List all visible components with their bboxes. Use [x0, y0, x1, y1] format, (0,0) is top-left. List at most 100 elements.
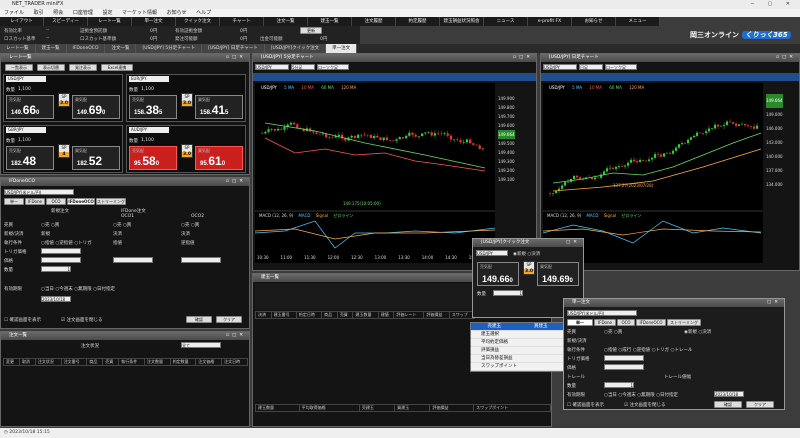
confirm-button[interactable]: 確認: [186, 316, 212, 323]
exec-trigger[interactable]: トリガ: [656, 348, 670, 353]
chartD-plot[interactable]: USD/JPY 5 MA 10 MA 60 MA 120 MA 137.27(2…: [543, 83, 763, 263]
chartD-tool-strip[interactable]: [541, 73, 799, 81]
pair-select[interactable]: GBP/JPY: [6, 127, 46, 133]
quick-qty-input[interactable]: 1: [493, 290, 523, 296]
expiry-today[interactable]: 当日: [608, 393, 617, 398]
side-options-oco1[interactable]: ○売 ○買: [113, 222, 131, 228]
open-settle[interactable]: 決済: [702, 330, 711, 335]
panel-controls-icon[interactable]: ▫□✕: [776, 54, 796, 62]
quick-pair-select[interactable]: USD/JPY: [476, 250, 508, 256]
chart5-style-select[interactable]: ローソク足: [317, 64, 349, 70]
toggle-view-button[interactable]: 表示切替: [37, 64, 65, 71]
toolbar-exec-history[interactable]: 約定履歴: [396, 17, 440, 26]
single-close-checkbox[interactable]: ☑ 注文画面を閉じる: [624, 402, 665, 408]
toolbar-order-history[interactable]: 注文履歴: [352, 17, 396, 26]
toolbar-quick-order[interactable]: クイック注文: [176, 17, 220, 26]
buy-price-box[interactable]: 買気配 95.610: [195, 146, 243, 170]
menu-market[interactable]: マーケット情報: [122, 10, 157, 16]
single-side-options[interactable]: ○売 ○買: [604, 329, 622, 335]
clear-button[interactable]: クリア: [216, 316, 242, 323]
buy-price-box[interactable]: 買気配 182.52: [72, 146, 120, 170]
single-price-input[interactable]: [604, 364, 644, 370]
side-options[interactable]: ○売 ○買: [41, 222, 59, 228]
quick-buy-box[interactable]: 買気配 149.690: [537, 262, 579, 286]
open-new[interactable]: 新規: [688, 330, 697, 335]
chart5-plot[interactable]: USD/JPY 5 MA 10 MA 60 MA 120 MA 149.175(…: [255, 83, 495, 263]
expiry-week[interactable]: 今週末: [622, 393, 636, 398]
tab-ifdoco[interactable]: IFDoneOCO: [66, 44, 106, 53]
tab-ifdoco[interactable]: IFDoneOCO: [636, 319, 666, 326]
confirm-checkbox[interactable]: ☐ 確認画面を表示: [4, 317, 41, 323]
quick-sell-box[interactable]: 売気配 149.660: [477, 262, 519, 286]
single-qty-input[interactable]: 1: [604, 382, 634, 388]
toolbar-layout[interactable]: レイアウト: [0, 17, 44, 26]
pair-select[interactable]: EUR/JPY: [129, 76, 169, 82]
exec-stop[interactable]: 逆指値: [637, 348, 651, 353]
side-buy[interactable]: 買: [618, 330, 623, 335]
expiry-none[interactable]: 無期限: [641, 393, 655, 398]
menu-item-fx-pl[interactable]: 当日為替差損益: [471, 355, 564, 363]
chart5-tool-strip[interactable]: [253, 73, 536, 81]
chart5-timeframe-select[interactable]: 5分足: [291, 64, 315, 70]
tab-single[interactable]: 単一: [567, 319, 593, 326]
menu-settings[interactable]: 設定: [102, 10, 112, 16]
tab-ifdone[interactable]: IFDone: [594, 319, 616, 326]
tab-ifdone[interactable]: IFDone: [25, 198, 45, 205]
tab-single-order[interactable]: 単一注文: [326, 44, 358, 53]
tab-quick-order[interactable]: [USD/JPY]クイック注文: [264, 44, 327, 53]
price-input[interactable]: [41, 257, 81, 263]
panel-controls-icon[interactable]: ▫□✕: [226, 54, 246, 62]
filter-select[interactable]: 全て: [181, 342, 221, 348]
panel-controls-icon[interactable]: □✕: [767, 299, 781, 307]
oco1-price-input[interactable]: [113, 257, 153, 263]
expiry-today[interactable]: 当日: [45, 287, 54, 292]
single-expiry-options[interactable]: ○当日 ○今週末 ○無期限 ○日付指定: [604, 392, 678, 398]
mode-new[interactable]: 新規: [517, 252, 526, 257]
single-trigger-input[interactable]: [604, 355, 644, 361]
exec-limit[interactable]: 指値: [45, 241, 54, 246]
tab-ifdoco[interactable]: IFDoneOCO: [67, 198, 95, 205]
exec-limit[interactable]: 指値: [608, 348, 617, 353]
side-sell[interactable]: 売: [608, 330, 613, 335]
menu-trade[interactable]: 取引: [34, 10, 44, 16]
quick-mode[interactable]: ◉新規 ○決済: [513, 251, 540, 257]
menu-item-pl[interactable]: 評価損益: [471, 347, 564, 355]
tab-single[interactable]: 単一: [4, 198, 24, 205]
expiry-week[interactable]: 今週末: [59, 287, 73, 292]
single-confirm-button[interactable]: 確認: [714, 401, 742, 408]
trigger-input[interactable]: [41, 248, 81, 254]
single-confirm-checkbox[interactable]: ☐ 確認画面を表示: [567, 402, 604, 408]
toolbar-pl-status[interactable]: 建玉損益状況照会: [440, 17, 484, 26]
toolbar-eprofit[interactable]: e-profit FX: [528, 17, 572, 26]
toolbar-speedy[interactable]: スピーディー: [44, 17, 88, 26]
menu-item-avg[interactable]: 平均約定価格: [471, 339, 564, 347]
toolbar-position-list[interactable]: 建玉一覧: [308, 17, 352, 26]
tab-rate-list[interactable]: レート一覧: [0, 44, 36, 53]
tab-chart-5min[interactable]: [USD/JPY] 5分足チャート: [136, 44, 203, 53]
expiry-none[interactable]: 無期限: [78, 287, 92, 292]
refresh-button[interactable]: 更新: [300, 27, 322, 34]
window-controls[interactable]: ─ ▢ ✕: [751, 0, 796, 9]
buy-price-box[interactable]: 買気配 149.690: [72, 95, 120, 119]
panel-controls-icon[interactable]: □✕: [566, 239, 580, 247]
toolbar-menu[interactable]: メニュー: [616, 17, 660, 26]
toolbar-notice[interactable]: お知らせ: [572, 17, 616, 26]
chartD-style-select[interactable]: ローソク足: [605, 64, 637, 70]
order-view-button[interactable]: 発注表示: [69, 64, 97, 71]
side-sell[interactable]: 売: [45, 223, 50, 228]
excel-link-button[interactable]: Excel連携: [101, 64, 133, 71]
single-clear-button[interactable]: クリア: [746, 401, 774, 408]
menu-buy-positions[interactable]: 買建玉: [534, 323, 548, 330]
panel-controls-icon[interactable]: ▫□✕: [226, 332, 246, 340]
pair-select[interactable]: USD/JPY: [6, 76, 46, 82]
side-options-oco2[interactable]: ○売 ○買: [181, 222, 199, 228]
exec-market[interactable]: 成行: [622, 348, 631, 353]
qty-value[interactable]: 1,100: [141, 138, 154, 143]
expiry-date[interactable]: 日付指定: [97, 287, 115, 292]
chartD-pair-select[interactable]: USD/JPY: [543, 64, 577, 70]
menu-item-select[interactable]: 建玉選択: [471, 331, 564, 339]
buy-price-box[interactable]: 買気配 158.415: [195, 95, 243, 119]
qty-input[interactable]: 1: [41, 266, 71, 272]
single-pair-select[interactable]: USD/JPY(米ドル/円): [567, 310, 637, 316]
sell-price-box[interactable]: 売気配 149.660: [6, 95, 54, 119]
